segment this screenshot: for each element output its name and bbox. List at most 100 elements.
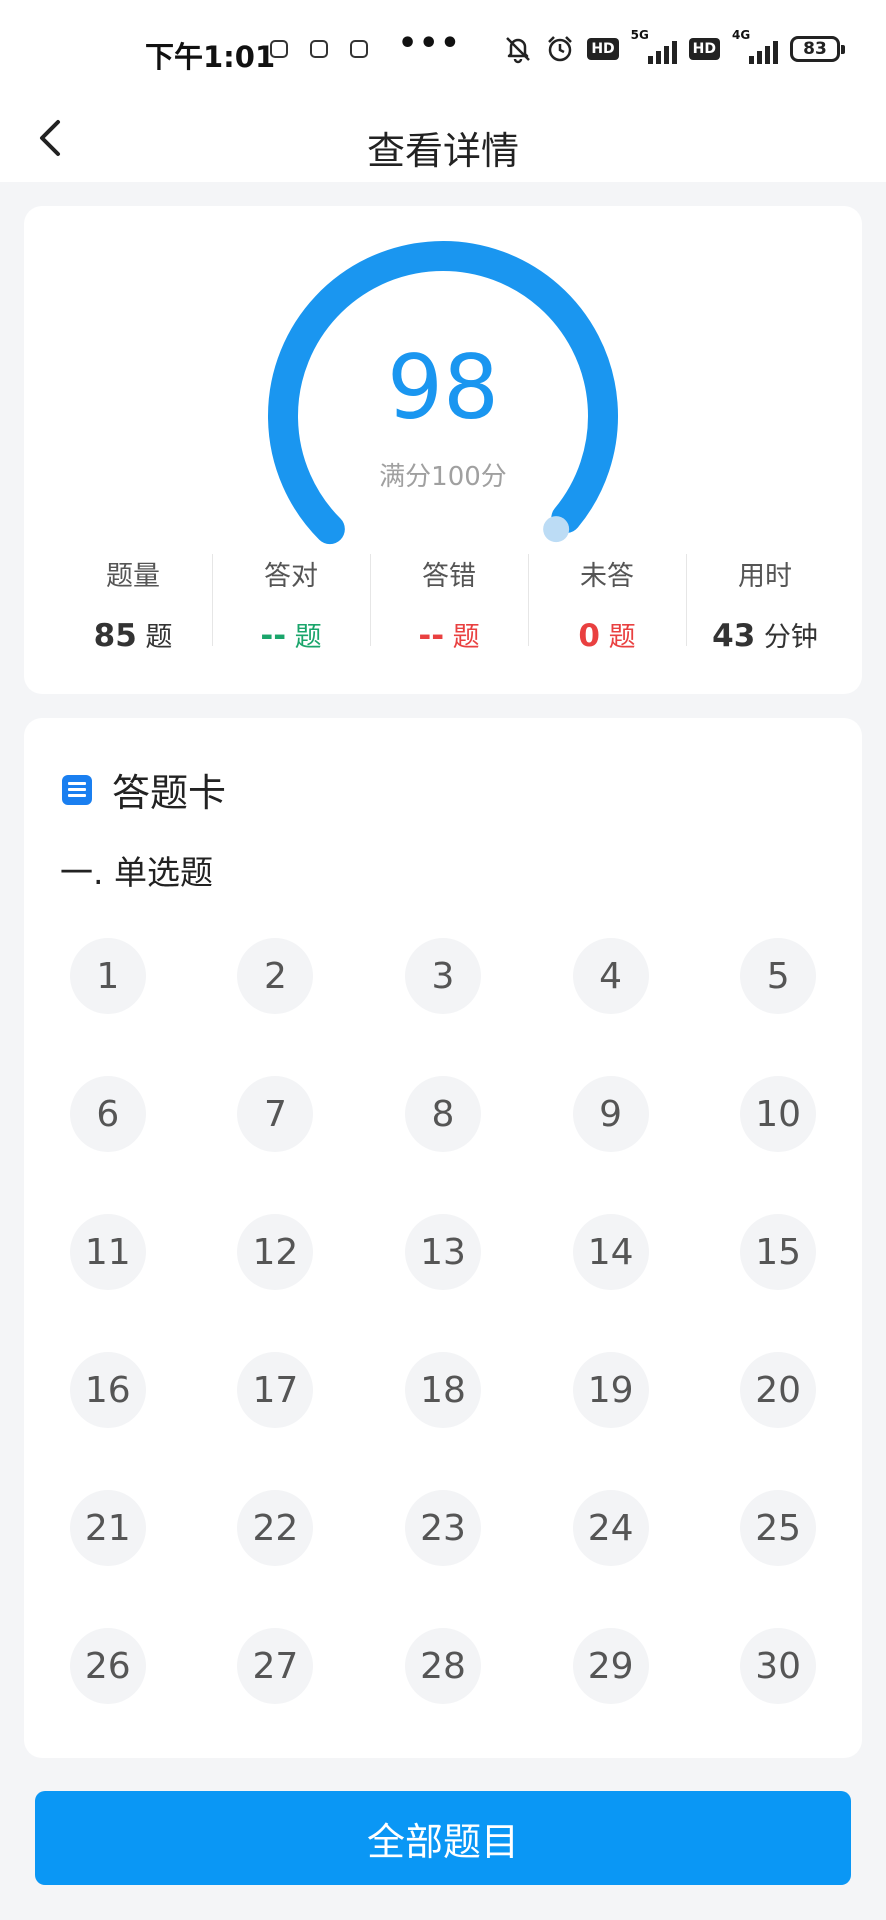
question-cell: 4 — [527, 938, 695, 1014]
question-cell: 25 — [694, 1490, 862, 1566]
question-number-button[interactable]: 30 — [740, 1628, 817, 1704]
question-number-button[interactable]: 6 — [69, 1076, 146, 1152]
question-cell: 15 — [694, 1214, 862, 1290]
alarm-clock-icon — [548, 36, 573, 62]
question-number-button[interactable]: 13 — [404, 1214, 481, 1290]
question-number-button[interactable]: 25 — [740, 1490, 817, 1566]
stat-value: 43 分钟 — [686, 615, 844, 654]
stat-total: 题量 85 题 — [54, 546, 212, 654]
answer-sheet-header: 答题卡 — [60, 762, 226, 817]
stat-unanswered: 未答 0 题 — [528, 546, 686, 654]
question-cell: 8 — [359, 1076, 527, 1152]
question-cell: 23 — [359, 1490, 527, 1566]
question-number-button[interactable]: 1 — [69, 938, 146, 1014]
stat-number: 85 — [93, 618, 137, 654]
question-number-button[interactable]: 26 — [69, 1628, 146, 1704]
hd-badge-2: HD — [688, 38, 720, 60]
chat-app-icon — [270, 40, 288, 58]
question-number-button[interactable]: 10 — [740, 1076, 817, 1152]
question-cell: 19 — [527, 1352, 695, 1428]
stat-label: 题量 — [106, 561, 160, 592]
question-number-button[interactable]: 12 — [237, 1214, 314, 1290]
mute-bell-icon — [506, 37, 531, 64]
question-number-button[interactable]: 22 — [237, 1490, 314, 1566]
question-cell: 10 — [694, 1076, 862, 1152]
question-cell: 20 — [694, 1352, 862, 1428]
stat-value: 85 题 — [54, 615, 212, 654]
network-label-5g: 5G — [630, 28, 649, 42]
score-card: 98 满分100分 题量 85 题 答对 -- 题 答错 -- 题 未答 0 题… — [24, 206, 862, 694]
question-number-button[interactable]: 14 — [572, 1214, 649, 1290]
score-value: 98 — [387, 336, 499, 439]
question-number-button[interactable]: 27 — [237, 1628, 314, 1704]
stat-value: -- 题 — [212, 615, 370, 654]
stat-time: 用时 43 分钟 — [686, 546, 844, 654]
nav-bar: 查看详情 — [0, 100, 886, 182]
stat-label: 未答 — [580, 561, 634, 592]
question-number-button[interactable]: 11 — [69, 1214, 146, 1290]
question-number-button[interactable]: 24 — [572, 1490, 649, 1566]
question-cell: 18 — [359, 1352, 527, 1428]
question-number-button[interactable]: 16 — [69, 1352, 146, 1428]
stat-value: -- 题 — [370, 615, 528, 654]
stat-unit: 题 — [294, 622, 322, 653]
question-number-button[interactable]: 17 — [237, 1352, 314, 1428]
question-cell: 24 — [527, 1490, 695, 1566]
stat-unit: 题 — [452, 622, 480, 653]
answer-sheet-card: 答题卡 一. 单选题 1 2 3 4 5 6 7 8 9 10 11 12 13 14 15 16 17 18 19… — [24, 718, 862, 1758]
stat-value: 0 题 — [528, 615, 686, 654]
question-number-button[interactable]: 20 — [740, 1352, 817, 1428]
status-bar: 下午1:01 ••• HD 5G HD 4G 83 — [0, 0, 886, 100]
section-title: 一. 单选题 — [60, 853, 213, 892]
stat-number: -- — [418, 618, 445, 654]
question-number-button[interactable]: 3 — [404, 938, 481, 1014]
more-notifications-icon: ••• — [398, 26, 462, 61]
stat-correct: 答对 -- 题 — [212, 546, 370, 654]
pet-app-icon — [310, 40, 328, 58]
battery-icon: 83 — [790, 36, 845, 62]
question-number-button[interactable]: 15 — [740, 1214, 817, 1290]
stat-wrong: 答错 -- 题 — [370, 546, 528, 654]
stat-label: 用时 — [738, 561, 792, 592]
question-cell: 22 — [192, 1490, 360, 1566]
signal-bars-icon — [647, 41, 677, 64]
question-cell: 26 — [24, 1628, 192, 1704]
page-title: 查看详情 — [366, 129, 519, 173]
question-cell: 28 — [359, 1628, 527, 1704]
question-cell: 9 — [527, 1076, 695, 1152]
stat-label: 答对 — [264, 561, 318, 592]
status-app-icons — [270, 40, 368, 58]
question-number-button[interactable]: 9 — [572, 1076, 649, 1152]
question-cell: 7 — [192, 1076, 360, 1152]
stat-number: 0 — [578, 618, 600, 654]
stat-unit: 题 — [145, 622, 173, 653]
question-number-button[interactable]: 19 — [572, 1352, 649, 1428]
question-cell: 17 — [192, 1352, 360, 1428]
stat-unit: 题 — [608, 622, 636, 653]
hd-badge-1: HD — [587, 38, 619, 60]
answer-sheet-icon — [62, 774, 92, 805]
question-number-button[interactable]: 8 — [404, 1076, 481, 1152]
store-app-icon — [350, 40, 368, 58]
question-cell: 1 — [24, 938, 192, 1014]
signal-5g: 5G — [631, 28, 677, 64]
question-number-button[interactable]: 7 — [237, 1076, 314, 1152]
all-questions-button[interactable]: 全部题目 — [35, 1791, 851, 1885]
question-cell: 29 — [527, 1628, 695, 1704]
question-number-button[interactable]: 18 — [404, 1352, 481, 1428]
status-time: 下午1:01 — [145, 40, 276, 74]
question-number-button[interactable]: 28 — [404, 1628, 481, 1704]
question-number-button[interactable]: 5 — [740, 938, 817, 1014]
question-number-button[interactable]: 2 — [237, 938, 314, 1014]
question-number-button[interactable]: 23 — [404, 1490, 481, 1566]
question-number-button[interactable]: 4 — [572, 938, 649, 1014]
question-number-button[interactable]: 29 — [572, 1628, 649, 1704]
question-cell: 3 — [359, 938, 527, 1014]
question-cell: 16 — [24, 1352, 192, 1428]
full-mark-text: 满分100分 — [379, 462, 507, 492]
question-cell: 2 — [192, 938, 360, 1014]
question-number-button[interactable]: 21 — [69, 1490, 146, 1566]
score-gauge-end-dot — [543, 516, 570, 543]
stat-unit: 分钟 — [763, 622, 818, 653]
question-cell: 13 — [359, 1214, 527, 1290]
